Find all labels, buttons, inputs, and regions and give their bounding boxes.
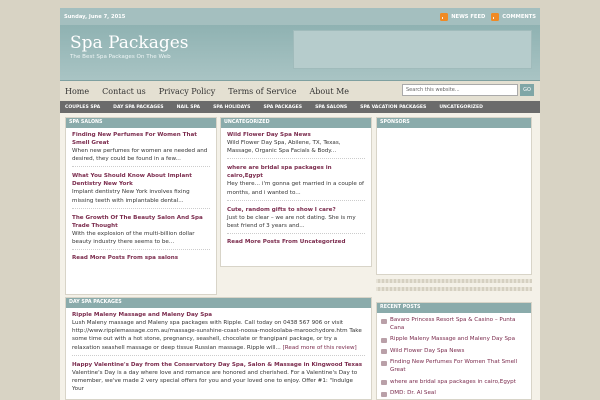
list-item: The Growth Of The Beauty Salon And Spa T… xyxy=(66,211,216,246)
post-excerpt: When new perfumes for women are needed a… xyxy=(72,148,208,163)
recent-post-title: Ripple Maleny Massage and Maleny Day Spa xyxy=(390,336,516,343)
top-bar: Sunday, June 7, 2015 NEWS FEED COMMENTS xyxy=(60,8,540,25)
recent-post-link[interactable]: Ripple Maleny Massage and Maleny Day Spa xyxy=(377,334,531,346)
site-header: Spa Packages The Best Spa Packages On Th… xyxy=(60,25,540,81)
category-spa-vacation-packages[interactable]: SPA VACATION PACKAGES xyxy=(360,105,426,110)
post-bullet-icon xyxy=(381,380,387,386)
header-banner xyxy=(293,30,532,69)
divider xyxy=(376,279,532,283)
recent-post-link[interactable]: DMD: Dr. Al Seal xyxy=(377,388,531,399)
post-bullet-icon xyxy=(381,360,387,366)
day-spa-packages-heading: DAY SPA PACKAGES xyxy=(66,298,371,308)
post-excerpt: Implant dentistry New York involves fixi… xyxy=(72,189,190,204)
post-excerpt: Valentine's Day is a day where love and … xyxy=(72,369,358,393)
list-item: Ripple Maleny Massage and Maleny Day Spa… xyxy=(66,308,371,352)
recent-posts-heading: RECENT POSTS xyxy=(377,303,531,313)
post-title[interactable]: Finding New Perfumes For Women That Smel… xyxy=(72,131,210,147)
post-title[interactable]: Ripple Maleny Massage and Maleny Day Spa xyxy=(72,311,365,319)
divider xyxy=(72,207,210,209)
recent-post-title: Wild Flower Day Spa News xyxy=(390,347,465,354)
post-title[interactable]: Happy Valentine's Day from the Conservat… xyxy=(72,361,365,369)
divider xyxy=(376,287,532,291)
nav-home[interactable]: Home xyxy=(65,87,89,96)
search-button[interactable]: GO xyxy=(520,84,534,96)
post-title[interactable]: Wild Flower Day Spa News xyxy=(227,131,365,139)
post-title[interactable]: What You Should Know About Implant Denti… xyxy=(72,172,210,188)
category-spa-holidays[interactable]: SPA HOLIDAYS xyxy=(213,105,250,110)
recent-post-link[interactable]: where are bridal spa packages in cairo,E… xyxy=(377,377,531,389)
news-feed-label: NEWS FEED xyxy=(451,13,486,20)
recent-post-link[interactable]: Wild Flower Day Spa News xyxy=(377,346,531,358)
divider xyxy=(72,354,365,356)
post-excerpt: Lush Maleny massage and Maleny spa packa… xyxy=(72,319,365,352)
post-title[interactable]: The Growth Of The Beauty Salon And Spa T… xyxy=(72,214,210,230)
post-bullet-icon xyxy=(381,337,387,343)
recent-post-title: DMD: Dr. Al Seal xyxy=(390,390,436,397)
main-nav: Home Contact us Privacy Policy Terms of … xyxy=(60,81,540,101)
search-form: GO xyxy=(402,84,534,96)
divider xyxy=(227,233,365,235)
list-item: Cute, random gifts to show I care? Just … xyxy=(221,203,371,230)
divider xyxy=(72,249,210,251)
recent-post-title: Bavaro Princess Resort Spa & Casino – Pu… xyxy=(390,317,516,331)
search-input[interactable] xyxy=(402,84,518,96)
day-spa-packages-box: DAY SPA PACKAGES Ripple Maleny Massage a… xyxy=(65,297,372,400)
divider xyxy=(72,166,210,168)
recent-post-link[interactable]: Finding New Perfumes For Women That Smel… xyxy=(377,357,531,376)
current-date: Sunday, June 7, 2015 xyxy=(64,13,126,20)
sponsors-heading: SPONSORS xyxy=(377,118,531,128)
read-more-review-link[interactable]: [Read more of this review] xyxy=(283,345,357,351)
rss-icon xyxy=(491,12,500,21)
post-title[interactable]: Cute, random gifts to show I care? xyxy=(227,206,365,214)
category-spa-salons[interactable]: SPA SALONS xyxy=(315,105,347,110)
comments-feed-label: COMMENTS xyxy=(502,13,536,20)
nav-contact-us[interactable]: Contact us xyxy=(102,87,146,96)
list-item: What You Should Know About Implant Denti… xyxy=(66,169,216,204)
sponsors-box: SPONSORS xyxy=(376,117,532,275)
uncategorized-heading: UNCATEGORIZED xyxy=(221,118,371,128)
nav-about-me[interactable]: About Me xyxy=(309,87,349,96)
recent-post-link[interactable]: Bavaro Princess Resort Spa & Casino – Pu… xyxy=(377,315,531,334)
post-bullet-icon xyxy=(381,318,387,324)
spa-salons-box: SPA SALONS Finding New Perfumes For Wome… xyxy=(65,117,217,295)
category-day-spa-packages[interactable]: DAY SPA PACKAGES xyxy=(113,105,163,110)
list-item: where are bridal spa packages in cairo,E… xyxy=(221,161,371,196)
category-nail-spa[interactable]: NAIL SPA xyxy=(177,105,200,110)
rss-icon xyxy=(440,12,449,21)
recent-post-title: Finding New Perfumes For Women That Smel… xyxy=(390,359,518,373)
read-more-uncategorized-link[interactable]: Read More Posts From Uncategorized xyxy=(221,236,371,248)
site-title[interactable]: Spa Packages xyxy=(70,33,189,53)
feed-links: NEWS FEED COMMENTS xyxy=(440,12,536,21)
recent-posts-box: RECENT POSTS Bavaro Princess Resort Spa … xyxy=(376,302,532,400)
uncategorized-box: UNCATEGORIZED Wild Flower Day Spa News W… xyxy=(220,117,372,267)
news-feed-link[interactable]: NEWS FEED xyxy=(440,12,486,21)
category-uncategorized[interactable]: UNCATEGORIZED xyxy=(439,105,483,110)
post-bullet-icon xyxy=(381,349,387,355)
list-item: Happy Valentine's Day from the Conservat… xyxy=(66,358,371,394)
list-item: Wild Flower Day Spa News Wild Flower Day… xyxy=(221,128,371,155)
category-couples-spa[interactable]: COUPLES SPA xyxy=(65,105,100,110)
category-spa-packages[interactable]: SPA PACKAGES xyxy=(263,105,302,110)
post-excerpt: With the explosion of the multi-billion … xyxy=(72,230,195,246)
post-excerpt: Just to be clear – we are not dating. Sh… xyxy=(227,214,356,230)
read-more-spa-salons-link[interactable]: Read More Posts From spa salons xyxy=(66,252,216,264)
post-bullet-icon xyxy=(381,391,387,397)
post-title[interactable]: where are bridal spa packages in cairo,E… xyxy=(227,164,365,180)
page-wrapper: Sunday, June 7, 2015 NEWS FEED COMMENTS … xyxy=(60,8,540,400)
recent-posts-list: Bavaro Princess Resort Spa & Casino – Pu… xyxy=(377,313,531,399)
site-description: The Best Spa Packages On The Web xyxy=(70,54,171,60)
category-nav: COUPLES SPA DAY SPA PACKAGES NAIL SPA SP… xyxy=(60,101,540,113)
divider xyxy=(227,199,365,201)
nav-terms-of-service[interactable]: Terms of Service xyxy=(228,87,296,96)
comments-feed-link[interactable]: COMMENTS xyxy=(491,12,536,21)
nav-privacy-policy[interactable]: Privacy Policy xyxy=(159,87,216,96)
list-item: Finding New Perfumes For Women That Smel… xyxy=(66,128,216,163)
divider xyxy=(227,158,365,160)
spa-salons-heading: SPA SALONS xyxy=(66,118,216,128)
recent-post-title: where are bridal spa packages in cairo,E… xyxy=(390,378,516,385)
post-excerpt: Hey there… i'm gonna get married in a co… xyxy=(227,181,365,196)
post-excerpt: Wild Flower Day Spa, Abilene, TX, Texas,… xyxy=(227,140,341,155)
